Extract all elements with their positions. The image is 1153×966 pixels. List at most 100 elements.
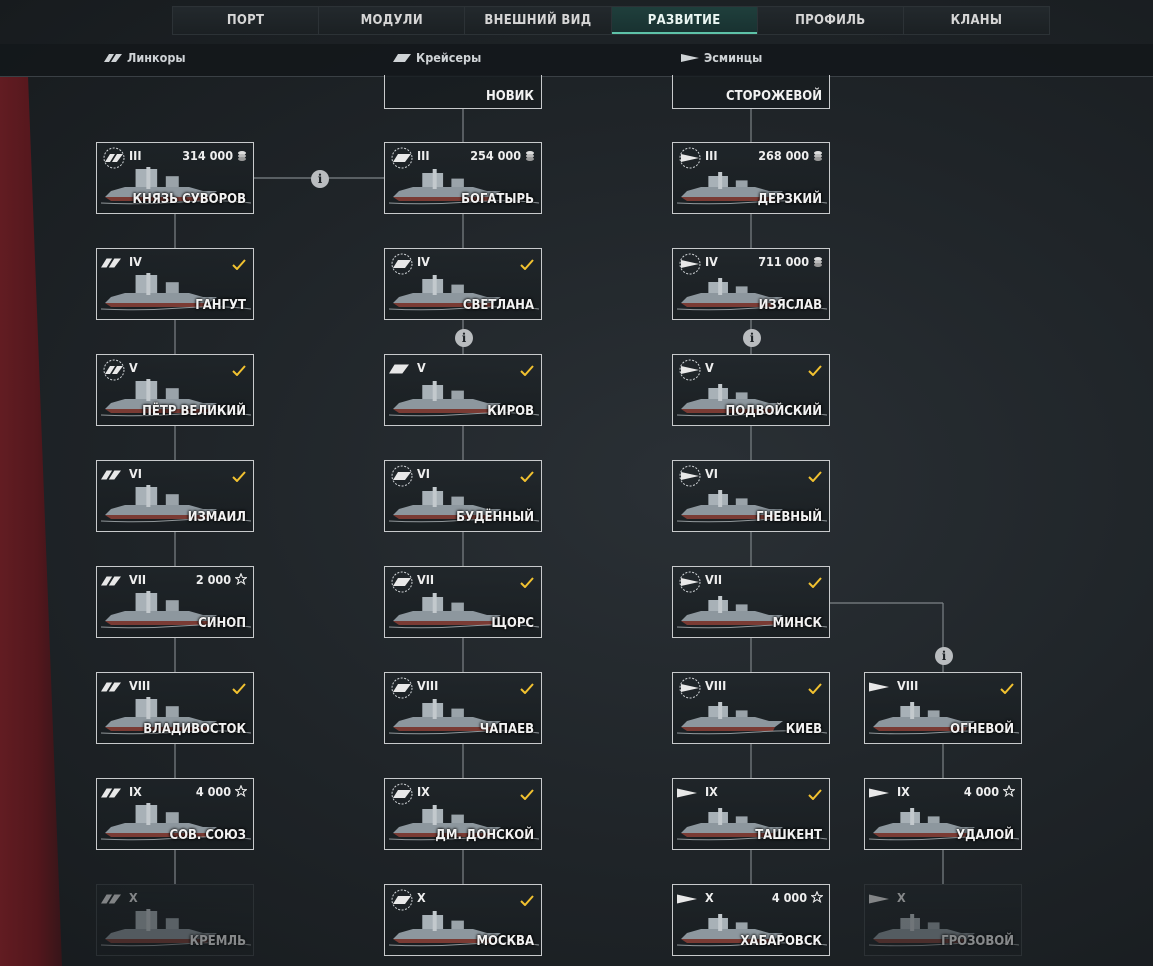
ship-tier: IX (897, 784, 910, 799)
ship-card[interactable]: V КИРОВ (384, 354, 542, 426)
credits-icon (237, 149, 247, 164)
ship-price: 4 000 (772, 890, 824, 906)
researched-check-icon (232, 255, 246, 274)
ship-card[interactable]: X 4 000 ХАБАРОВСК (672, 884, 830, 956)
ship-card[interactable]: III 268 000 ДЕРЗКИЙ (672, 142, 830, 214)
ship-name: ГНЕВНЫЙ (756, 510, 822, 525)
ship-name: СТОРОЖЕВОЙ (726, 89, 822, 104)
ship-card[interactable]: VII 2 000 СИНОП (96, 566, 254, 638)
ship-name: БОГАТЫРЬ (461, 192, 534, 207)
ship-tier: X (129, 890, 138, 905)
ship-card[interactable]: V ПОДВОЙСКИЙ (672, 354, 830, 426)
ship-card[interactable]: IV 711 000 ИЗЯСЛАВ (672, 248, 830, 320)
ship-card[interactable]: VIII ОГНЕВОЙ (864, 672, 1022, 744)
ship-card[interactable]: X ГРОЗОВОЙ (864, 884, 1022, 956)
ship-card[interactable]: VIII КИЕВ (672, 672, 830, 744)
ship-tier: IX (705, 784, 718, 799)
ship-price: 711 000 (758, 254, 823, 270)
ship-card[interactable]: X КРЕМЛЬ (96, 884, 254, 956)
ship-name: ИЗЯСЛАВ (758, 298, 822, 313)
ship-tier: VI (129, 466, 142, 481)
ship-card[interactable]: VI ИЗМАИЛ (96, 460, 254, 532)
ship-tier: VI (705, 466, 718, 481)
ship-card-storozhevoy[interactable]: СТОРОЖЕВОЙ (672, 75, 830, 109)
ship-card[interactable]: X МОСКВА (384, 884, 542, 956)
info-icon[interactable]: i (743, 329, 761, 347)
ship-tier: VIII (129, 678, 151, 693)
ship-tier: V (129, 360, 138, 375)
ship-tier: III (417, 148, 430, 163)
researched-check-icon (520, 785, 534, 804)
ship-card[interactable]: V ПЁТР ВЕЛИКИЙ (96, 354, 254, 426)
ship-name: МИНСК (772, 616, 822, 631)
ship-card[interactable]: IX 4 000 УДАЛОЙ (864, 778, 1022, 850)
ship-name: ЧАПАЕВ (479, 722, 534, 737)
battleship-icon (101, 889, 121, 909)
ship-tier: IV (417, 254, 430, 269)
ship-name: ДЕРЗКИЙ (757, 192, 822, 207)
ship-card[interactable]: VI БУДЁННЫЙ (384, 460, 542, 532)
ship-card[interactable]: VIII ЧАПАЕВ (384, 672, 542, 744)
xp-star-icon (234, 784, 248, 800)
battleship-icon (101, 253, 121, 273)
ship-card[interactable]: VI ГНЕВНЫЙ (672, 460, 830, 532)
ship-name: КИРОВ (487, 404, 534, 419)
ship-card[interactable]: IV ГАНГУТ (96, 248, 254, 320)
xp-star-icon (1002, 784, 1016, 800)
xp-star-icon (810, 890, 824, 906)
ship-card[interactable]: III 314 000 КНЯЗЬ СУВОРОВ (96, 142, 254, 214)
ship-card[interactable]: IX ТАШКЕНТ (672, 778, 830, 850)
researched-check-icon (520, 573, 534, 592)
ship-name: БУДЁННЫЙ (456, 510, 534, 525)
ship-price: 268 000 (758, 148, 823, 164)
destroyer-icon (869, 889, 889, 909)
ship-name: ГРОЗОВОЙ (941, 934, 1014, 949)
ship-name: КИЕВ (785, 722, 822, 737)
ship-tier: V (705, 360, 714, 375)
ship-name: ХАБАРОВСК (740, 934, 822, 949)
ship-name: УДАЛОЙ (956, 828, 1014, 843)
researched-check-icon (808, 785, 822, 804)
ship-tier: VIII (705, 678, 727, 693)
researched-check-icon (808, 679, 822, 698)
battleship-icon (101, 465, 121, 485)
ship-tier: IX (129, 784, 142, 799)
credits-icon (813, 149, 823, 164)
battleship-icon (101, 783, 121, 803)
battleship-icon (101, 571, 121, 591)
ship-price: 314 000 (182, 148, 247, 164)
ship-tier: VIII (417, 678, 439, 693)
ship-name: КРЕМЛЬ (189, 934, 246, 949)
destroyer-icon (677, 889, 697, 909)
ship-name: СИНОП (198, 616, 246, 631)
ship-tier: VI (417, 466, 430, 481)
ship-tier: X (897, 890, 906, 905)
destroyer-icon (677, 783, 697, 803)
researched-check-icon (232, 467, 246, 486)
ship-card[interactable]: VII ЩОРС (384, 566, 542, 638)
ship-card[interactable]: VIII ВЛАДИВОСТОК (96, 672, 254, 744)
ship-card[interactable]: III 254 000 БОГАТЫРЬ (384, 142, 542, 214)
researched-check-icon (520, 255, 534, 274)
destroyer-icon (869, 783, 889, 803)
ship-name: ЩОРС (491, 616, 534, 631)
ship-card-novik[interactable]: НОВИК (384, 75, 542, 109)
ship-price: 2 000 (196, 572, 248, 588)
researched-check-icon (520, 467, 534, 486)
ship-tier: IV (705, 254, 718, 269)
ship-tier: V (417, 360, 426, 375)
info-icon[interactable]: i (455, 329, 473, 347)
ship-card[interactable]: IX ДМ. ДОНСКОЙ (384, 778, 542, 850)
researched-check-icon (808, 361, 822, 380)
ship-card[interactable]: VII МИНСК (672, 566, 830, 638)
ship-name: КНЯЗЬ СУВОРОВ (132, 192, 246, 207)
info-icon[interactable]: i (311, 170, 329, 188)
ship-card[interactable]: IX 4 000 СОВ. СОЮЗ (96, 778, 254, 850)
researched-check-icon (232, 361, 246, 380)
ship-tier: III (705, 148, 718, 163)
ship-card[interactable]: IV СВЕТЛАНА (384, 248, 542, 320)
researched-check-icon (520, 891, 534, 910)
xp-star-icon (234, 572, 248, 588)
ship-price: 4 000 (196, 784, 248, 800)
info-icon[interactable]: i (935, 647, 953, 665)
